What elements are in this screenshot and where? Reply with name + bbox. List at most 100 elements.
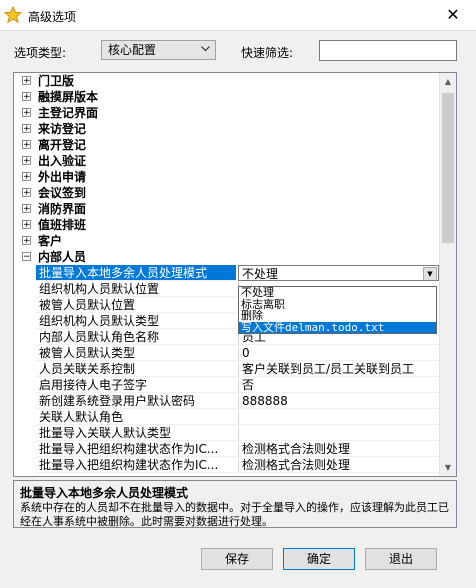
property-value-text: 检测格式合法则处理 — [242, 458, 351, 472]
property-name: 批量导入把组织构建状态作为IC... — [36, 457, 236, 473]
property-value[interactable] — [238, 409, 439, 425]
property-value-text: 888888 — [242, 394, 288, 408]
property-name: 人员关联关系控制 — [36, 361, 236, 377]
option-type-label: 选项类型: — [14, 46, 67, 60]
property-value-text: 否 — [242, 378, 255, 392]
property-value[interactable] — [238, 425, 439, 441]
property-rows: + 门卫版 + 融摸屏版本 + 主登记界面 + 来访登记 + 离开登记 + 出入验证 + 外出申请 + 会议签… — [14, 73, 439, 473]
property-value-text: 检测格式合法则处理 — [242, 442, 351, 456]
title-bar: 高级选项 ✕ — [0, 0, 476, 31]
property-row[interactable]: 关联人默认角色 — [14, 409, 439, 425]
property-value[interactable]: 检测格式合法则处理 — [238, 441, 439, 457]
category-label: 离开登记 — [38, 138, 87, 152]
property-name: 组织机构人员默认位置 — [36, 281, 236, 297]
category-row[interactable]: + 会议签到 — [14, 185, 439, 201]
property-name: 新创建系统登录用户默认密码 — [36, 393, 236, 409]
property-name: 批量导入把组织构建状态作为IC... — [36, 441, 236, 457]
dropdown-option[interactable]: 删除 — [239, 310, 436, 322]
property-row-selected[interactable]: 批量导入本地多余人员处理模式 不处理 ▼ — [14, 265, 439, 281]
expand-icon[interactable]: + — [22, 236, 31, 246]
category-row[interactable]: + 离开登记 — [14, 137, 439, 153]
scroll-thumb[interactable] — [442, 93, 454, 243]
category-row[interactable]: + 来访登记 — [14, 121, 439, 137]
expand-icon[interactable]: + — [22, 220, 31, 230]
save-button[interactable]: 保存 — [201, 548, 273, 570]
property-value-text: 客户关联到员工/员工关联到员工 — [242, 362, 415, 376]
ok-button[interactable]: 确定 — [283, 548, 355, 570]
description-text: 系统中存在的人员却不在批量导入的数据中。对于全量导入的操作，应该理解为此员工已经… — [20, 501, 449, 528]
property-name: 组织机构人员默认类型 — [36, 313, 236, 329]
category-label: 主登记界面 — [38, 106, 99, 120]
property-row[interactable]: 启用接待人电子签字否 — [14, 377, 439, 393]
category-row[interactable]: + 融摸屏版本 — [14, 89, 439, 105]
property-name: 启用接待人电子签字 — [36, 377, 236, 393]
chevron-down-icon — [201, 46, 210, 52]
category-label: 出入验证 — [38, 154, 87, 168]
category-row[interactable]: + 门卫版 — [14, 73, 439, 89]
close-button[interactable]: ✕ — [430, 0, 476, 30]
category-label: 内部人员 — [38, 250, 87, 264]
category-row[interactable]: + 外出申请 — [14, 169, 439, 185]
option-type-value: 核心配置 — [108, 43, 157, 57]
expand-icon[interactable]: + — [22, 124, 31, 134]
category-row[interactable]: + 值班排班 — [14, 217, 439, 233]
property-name: 内部人员默认角色名称 — [36, 329, 236, 345]
quick-filter-label: 快速筛选: — [241, 46, 294, 60]
dropdown-arrow-icon[interactable]: ▼ — [423, 267, 437, 280]
expand-icon[interactable]: + — [22, 172, 31, 182]
property-name: 关联人默认角色 — [36, 409, 236, 425]
dropdown-option[interactable]: 写入文件delman.todo.txt — [239, 321, 436, 333]
quick-filter-input[interactable] — [319, 40, 457, 61]
property-name: 批量导入本地多余人员处理模式 — [36, 265, 236, 281]
window-title: 高级选项 — [28, 10, 77, 24]
category-label: 消防界面 — [38, 202, 87, 216]
property-grid[interactable]: + 门卫版 + 融摸屏版本 + 主登记界面 + 来访登记 + 离开登记 + 出入验证 + 外出申请 + 会议签… — [13, 72, 457, 477]
category-row[interactable]: + 出入验证 — [14, 153, 439, 169]
category-label: 值班排班 — [38, 218, 87, 232]
property-row[interactable]: 批量导入关联人默认类型 — [14, 425, 439, 441]
dropdown-option[interactable]: 不处理 — [239, 287, 436, 299]
expand-icon[interactable]: + — [22, 188, 31, 198]
property-value[interactable]: 检测格式合法则处理 — [238, 457, 439, 473]
category-label: 门卫版 — [38, 74, 75, 88]
option-type-select[interactable]: 核心配置 — [101, 40, 216, 60]
expand-icon[interactable]: + — [22, 76, 31, 86]
category-row[interactable]: + 客户 — [14, 233, 439, 249]
property-value[interactable]: 0 — [238, 345, 439, 361]
vertical-scrollbar[interactable]: ▲ ▼ — [439, 73, 456, 476]
property-value[interactable]: 888888 — [238, 393, 439, 409]
property-name: 被管人员默认类型 — [36, 345, 236, 361]
property-name: 批量导入关联人默认类型 — [36, 425, 236, 441]
property-name: 被管人员默认位置 — [36, 297, 236, 313]
property-value[interactable]: 不处理 ▼ — [238, 265, 439, 281]
category-label: 融摸屏版本 — [38, 90, 99, 104]
description-title: 批量导入本地多余人员处理模式 — [20, 486, 189, 500]
expand-icon[interactable]: + — [22, 140, 31, 150]
property-row[interactable]: 被管人员默认类型 0 — [14, 345, 439, 361]
expand-icon[interactable]: + — [22, 108, 31, 118]
property-row[interactable]: 新创建系统登录用户默认密码 888888 — [14, 393, 439, 409]
property-value[interactable]: 否 — [238, 377, 439, 393]
description-panel: 批量导入本地多余人员处理模式 系统中存在的人员却不在批量导入的数据中。对于全量导… — [13, 480, 457, 528]
star-icon — [4, 6, 22, 24]
scroll-up-icon[interactable]: ▲ — [440, 73, 456, 90]
exit-button[interactable]: 退出 — [365, 548, 437, 570]
scroll-down-icon[interactable]: ▼ — [440, 459, 456, 476]
category-label: 客户 — [38, 234, 63, 248]
property-value-text: 0 — [242, 346, 250, 360]
expand-icon[interactable]: + — [22, 204, 31, 214]
dropdown-option[interactable]: 标志离职 — [239, 299, 436, 311]
mode-dropdown-list[interactable]: 不处理 标志离职 删除 写入文件delman.todo.txt — [238, 286, 437, 334]
property-row[interactable]: 批量导入把组织构建状态作为IC... 检测格式合法则处理 — [14, 441, 439, 457]
category-row[interactable]: + 消防界面 — [14, 201, 439, 217]
collapse-icon[interactable]: − — [22, 252, 31, 262]
expand-icon[interactable]: + — [22, 156, 31, 166]
property-value-text: 不处理 — [242, 267, 279, 281]
category-row[interactable]: − 内部人员 — [14, 249, 439, 265]
property-row[interactable]: 批量导入把组织构建状态作为IC... 检测格式合法则处理 — [14, 457, 439, 473]
property-row[interactable]: 人员关联关系控制 客户关联到员工/员工关联到员工 — [14, 361, 439, 377]
property-value[interactable]: 客户关联到员工/员工关联到员工 — [238, 361, 439, 377]
category-label: 来访登记 — [38, 122, 87, 136]
category-row[interactable]: + 主登记界面 — [14, 105, 439, 121]
expand-icon[interactable]: + — [22, 92, 31, 102]
